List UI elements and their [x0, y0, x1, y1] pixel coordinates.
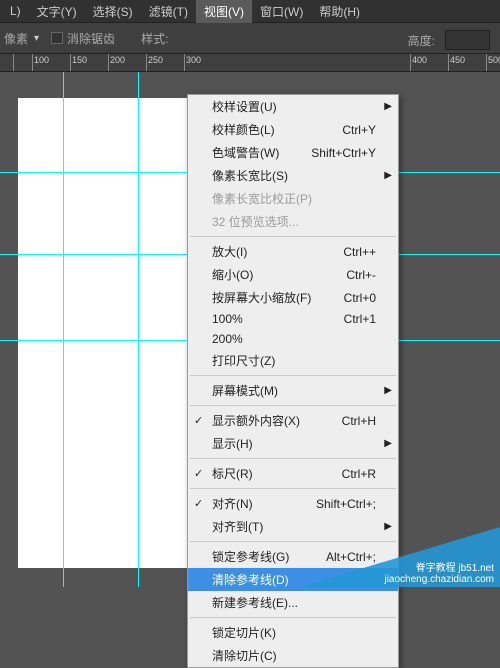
height-label: 高度:	[408, 32, 435, 49]
submenu-arrow-icon: ▶	[384, 438, 392, 449]
watermark: 脊字教程 jb51.net jiaocheng.chazidian.com	[300, 527, 500, 587]
guide-vertical[interactable]	[63, 72, 64, 587]
menu-shortcut: Ctrl+1	[344, 312, 376, 326]
menu-item-label: 锁定切片(K)	[212, 624, 276, 641]
height-field-group: 高度:	[408, 30, 490, 50]
menu-item[interactable]: 显示(H) ▶	[188, 432, 398, 455]
menu-item[interactable]: 锁定切片(K)	[188, 621, 398, 644]
menu-shortcut: Ctrl++	[343, 245, 376, 259]
ruler-label: 450	[448, 55, 465, 65]
menu-item[interactable]: 色域警告(W) Shift+Ctrl+Y	[188, 141, 398, 164]
menu-shortcut: Ctrl+H	[342, 414, 376, 428]
ruler-label: 400	[410, 55, 427, 65]
menu-item-label: 像素长宽比校正(P)	[212, 190, 312, 207]
menu-item-label: 按屏幕大小缩放(F)	[212, 289, 311, 306]
menu-shortcut: Ctrl+0	[344, 291, 376, 305]
check-icon: ✓	[194, 414, 203, 427]
antialias-checkbox[interactable]	[51, 32, 63, 44]
menu-item[interactable]: 按屏幕大小缩放(F) Ctrl+0	[188, 286, 398, 309]
menu-separator	[190, 458, 396, 459]
menu-item-label: 显示(H)	[212, 435, 253, 452]
check-icon: ✓	[194, 497, 203, 510]
menu-item: 32 位预览选项...	[188, 210, 398, 233]
menubar-item[interactable]: 帮助(H)	[311, 0, 368, 23]
menu-shortcut: Ctrl+-	[346, 268, 376, 282]
ruler-label: 250	[146, 55, 163, 65]
menu-item: 像素长宽比校正(P)	[188, 187, 398, 210]
check-icon: ✓	[194, 467, 203, 480]
menu-item-label: 32 位预览选项...	[212, 213, 299, 230]
menu-item-label: 色域警告(W)	[212, 144, 279, 161]
menu-item[interactable]: 新建参考线(E)...	[188, 591, 398, 614]
menu-item[interactable]: 缩小(O) Ctrl+-	[188, 263, 398, 286]
menu-item[interactable]: ✓ 显示额外内容(X) Ctrl+H	[188, 409, 398, 432]
menu-item-label: 屏幕模式(M)	[212, 382, 278, 399]
menu-item-label: 清除切片(C)	[212, 647, 277, 664]
menu-item[interactable]: ✓ 对齐(N) Shift+Ctrl+;	[188, 492, 398, 515]
style-label: 样式:	[141, 30, 168, 47]
menu-shortcut: Ctrl+Y	[342, 123, 376, 137]
menu-item-label: 清除参考线(D)	[212, 571, 289, 588]
menu-item-label: 校样设置(U)	[212, 98, 277, 115]
menu-separator	[190, 236, 396, 237]
menu-separator	[190, 488, 396, 489]
submenu-arrow-icon: ▶	[384, 170, 392, 181]
menu-separator	[190, 375, 396, 376]
menu-separator	[190, 405, 396, 406]
menubar-item[interactable]: 窗口(W)	[252, 0, 311, 23]
ruler-label: 100	[32, 55, 49, 65]
height-input[interactable]	[445, 30, 490, 50]
guide-vertical[interactable]	[138, 72, 139, 587]
menu-item[interactable]: 校样设置(U) ▶	[188, 95, 398, 118]
menubar-item[interactable]: L)	[2, 1, 29, 21]
menubar-item[interactable]: 选择(S)	[85, 0, 141, 23]
menu-item[interactable]: 屏幕模式(M) ▶	[188, 379, 398, 402]
ruler-label: 500	[486, 55, 500, 65]
submenu-arrow-icon: ▶	[384, 101, 392, 112]
dropdown-icon[interactable]: ▾	[34, 33, 39, 44]
menu-item-label: 新建参考线(E)...	[212, 594, 298, 611]
menu-item[interactable]: 200%	[188, 329, 398, 349]
ruler-tick	[13, 54, 14, 72]
menu-item[interactable]: ✓ 标尺(R) Ctrl+R	[188, 462, 398, 485]
menu-item[interactable]: 清除切片(C)	[188, 644, 398, 667]
menu-shortcut: Shift+Ctrl+Y	[311, 146, 376, 160]
menu-separator	[190, 617, 396, 618]
menu-item[interactable]: 校样颜色(L) Ctrl+Y	[188, 118, 398, 141]
submenu-arrow-icon: ▶	[384, 385, 392, 396]
menu-item-label: 放大(I)	[212, 243, 247, 260]
menu-item-label: 标尺(R)	[212, 465, 253, 482]
menu-item[interactable]: 像素长宽比(S) ▶	[188, 164, 398, 187]
document[interactable]	[18, 98, 187, 568]
ruler-horizontal[interactable]: 100 150 200 250 300 400 450 500	[0, 54, 500, 72]
menu-shortcut: Ctrl+R	[342, 467, 376, 481]
menu-shortcut: Shift+Ctrl+;	[316, 497, 376, 511]
menu-item-label: 100%	[212, 312, 243, 326]
menu-item-label: 像素长宽比(S)	[212, 167, 288, 184]
menubar: L)文字(Y)选择(S)滤镜(T)视图(V)窗口(W)帮助(H)	[0, 0, 500, 22]
menubar-item[interactable]: 滤镜(T)	[141, 0, 196, 23]
menu-item-label: 锁定参考线(G)	[212, 548, 289, 565]
ruler-label: 300	[184, 55, 201, 65]
menu-item-label: 缩小(O)	[212, 266, 253, 283]
menu-item[interactable]: 100% Ctrl+1	[188, 309, 398, 329]
watermark-text-2: jiaocheng.chazidian.com	[384, 574, 494, 585]
menu-item-label: 对齐到(T)	[212, 518, 263, 535]
watermark-text-1: 脊字教程 jb51.net	[384, 559, 494, 574]
menu-item-label: 对齐(N)	[212, 495, 253, 512]
ruler-label: 200	[108, 55, 125, 65]
menu-item[interactable]: 打印尺寸(Z)	[188, 349, 398, 372]
menubar-item[interactable]: 视图(V)	[196, 0, 252, 23]
menu-item-label: 200%	[212, 332, 243, 346]
ruler-label: 150	[70, 55, 87, 65]
menu-item-label: 显示额外内容(X)	[212, 412, 300, 429]
unit-label: 像素	[4, 30, 28, 47]
menubar-item[interactable]: 文字(Y)	[29, 0, 85, 23]
antialias-label: 消除锯齿	[67, 30, 115, 47]
menu-item[interactable]: 放大(I) Ctrl++	[188, 240, 398, 263]
menu-item-label: 校样颜色(L)	[212, 121, 275, 138]
menu-item-label: 打印尺寸(Z)	[212, 352, 275, 369]
canvas-area[interactable]: 校样设置(U) ▶ 校样颜色(L) Ctrl+Y 色域警告(W) Shift+Ctrl+Y…	[0, 72, 500, 587]
